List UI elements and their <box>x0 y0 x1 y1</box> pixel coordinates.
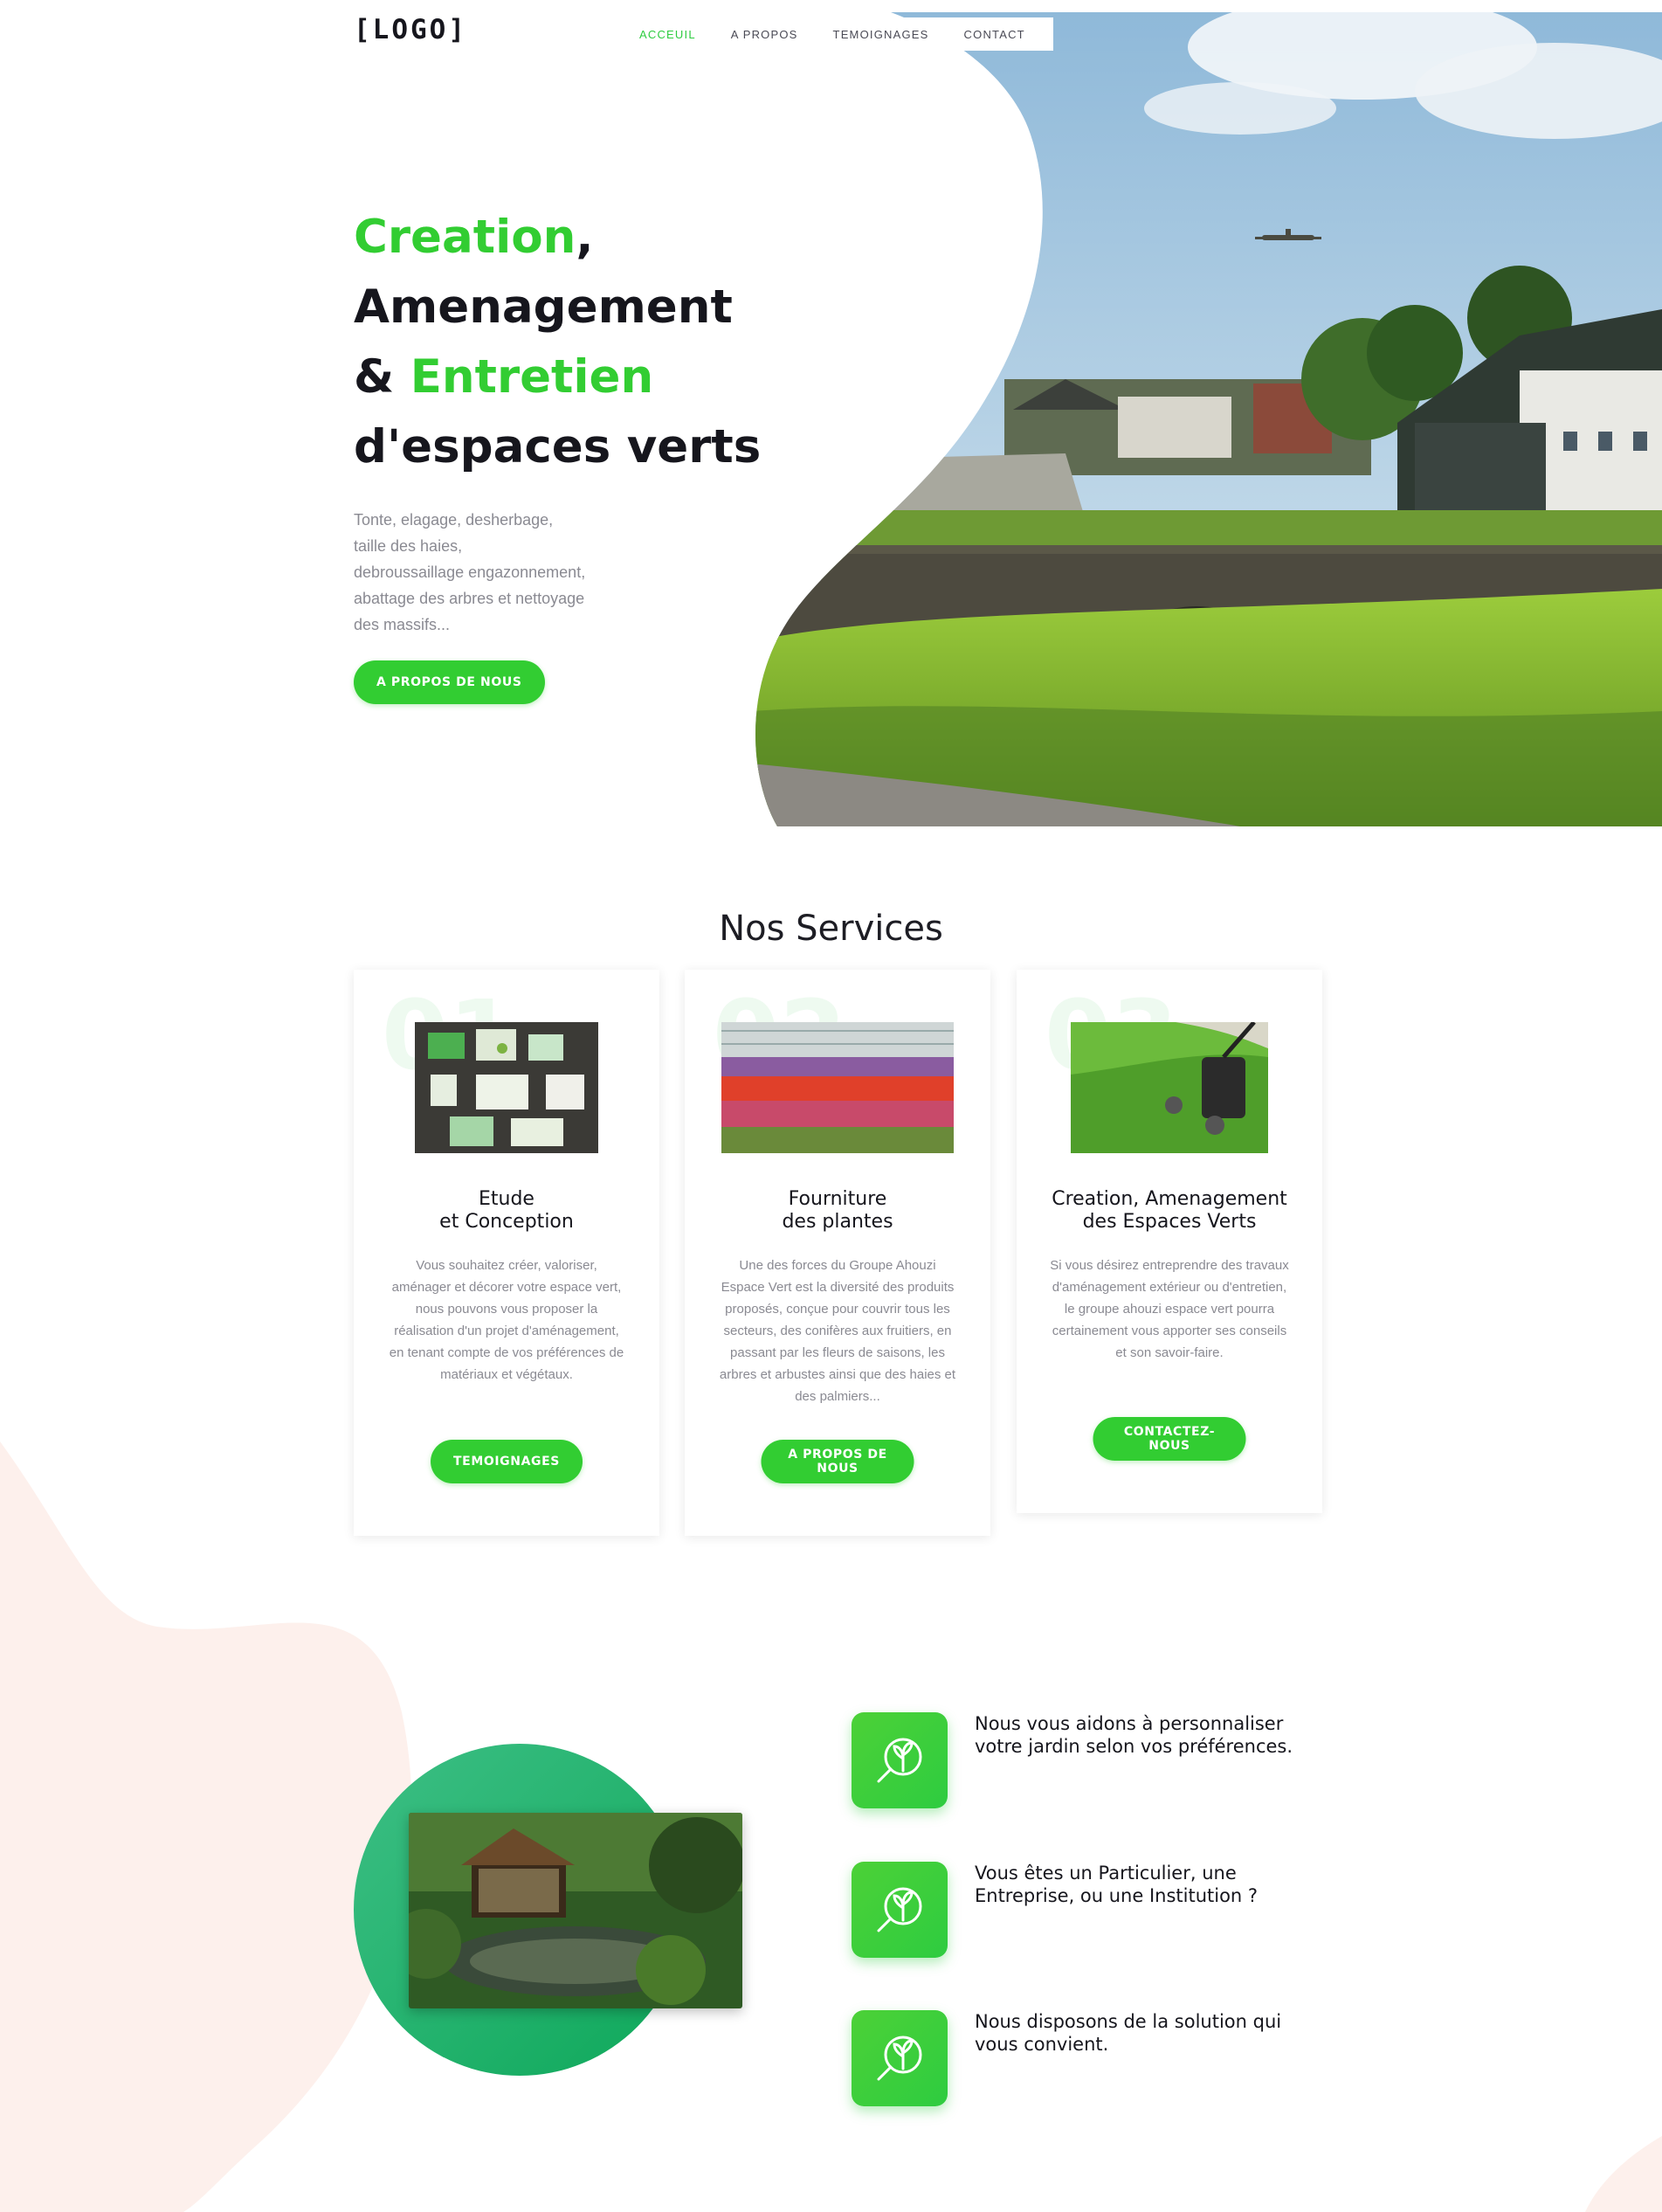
feature-text-line: Vous êtes un Particulier, une <box>975 1863 1237 1884</box>
card-title: Creation, Amenagement des Espaces Verts <box>1017 1188 1322 1234</box>
service-image-planning <box>415 1022 598 1153</box>
hero-desc-line: taille des haies, <box>354 537 463 555</box>
card-title-line: des Espaces Verts <box>1082 1211 1257 1233</box>
nav-a-propos[interactable]: A PROPOS <box>731 28 798 41</box>
card-title-line: Etude <box>479 1188 534 1210</box>
feature-icon-box <box>852 1862 948 1958</box>
feature-text-line: Entreprise, ou une Institution ? <box>975 1885 1259 1906</box>
service-card-etude: 01 Etude et Conception Vous souhaitez cr… <box>354 970 659 1536</box>
feature-text-line: Nous disposons de la solution qui <box>975 2011 1282 2032</box>
card-title-line: Fourniture <box>788 1188 887 1210</box>
card-title: Etude et Conception <box>354 1188 659 1234</box>
feature-text-line: vous convient. <box>975 2034 1109 2055</box>
card-title: Fourniture des plantes <box>685 1188 990 1234</box>
service-card-plantes: 02 Fourniture des plantes Une des forces… <box>685 970 990 1536</box>
hero-desc-line: des massifs... <box>354 616 451 633</box>
hero-description: Tonte, elagage, desherbage, taille des h… <box>354 507 633 638</box>
feature-text-line: Nous vous aidons à personnaliser <box>975 1713 1284 1734</box>
feature-icon-box <box>852 2010 948 2106</box>
nav-accueil[interactable]: ACCEUIL <box>639 28 696 41</box>
feature-icon-box <box>852 1712 948 1808</box>
card-text: Une des forces du Groupe Ahouzi Espace V… <box>719 1258 956 1404</box>
hero-word-amenagement: Amenagement <box>354 280 733 334</box>
tree-search-icon <box>877 2036 922 2081</box>
tree-search-icon <box>877 1738 922 1783</box>
card-temoignages-button[interactable]: TEMOIGNAGES <box>431 1440 583 1483</box>
hero-heading: Creation, Amenagement & Entretien d'espa… <box>354 203 761 482</box>
hero-desc-line: debroussaillage engazonnement, <box>354 563 586 581</box>
card-title-line: des plantes <box>782 1211 893 1233</box>
hero-ampersand: & <box>354 350 395 404</box>
hero-word-creation: Creation <box>354 211 576 264</box>
service-image-greenhouse <box>721 1022 954 1153</box>
card-title-line: Creation, Amenagement <box>1052 1188 1287 1210</box>
card-text: Si vous désirez entreprendre des travaux… <box>1050 1258 1289 1360</box>
card-title-line: et Conception <box>439 1211 574 1233</box>
tree-search-icon <box>877 1887 922 1932</box>
card-contact-button[interactable]: CONTACTEZ-NOUS <box>1093 1417 1246 1461</box>
hero-landscape-image <box>755 12 1662 826</box>
card-a-propos-button[interactable]: A PROPOS DE NOUS <box>761 1440 914 1483</box>
hero-comma: , <box>576 211 594 264</box>
service-card-creation: 03 Creation, Amenagement des Espaces Ver… <box>1017 970 1322 1513</box>
nav-contact[interactable]: CONTACT <box>964 28 1025 41</box>
feature-text-line: votre jardin selon vos préférences. <box>975 1736 1293 1757</box>
main-nav: ACCEUIL A PROPOS TEMOIGNAGES CONTACT <box>622 17 1053 51</box>
feature-text: Vous êtes un Particulier, une Entreprise… <box>975 1862 1324 1907</box>
hero-word-espaces-verts: d'espaces verts <box>354 420 762 474</box>
services-title: Nos Services <box>719 909 943 949</box>
feature-text: Nous vous aidons à personnaliser votre j… <box>975 1712 1324 1758</box>
feature-text: Nous disposons de la solution qui vous c… <box>975 2010 1324 2056</box>
service-image-lawnmower <box>1071 1022 1268 1153</box>
garden-gazebo-image <box>409 1813 742 2008</box>
hero-desc-line: abattage des arbres et nettoyage <box>354 590 585 607</box>
nav-temoignages[interactable]: TEMOIGNAGES <box>833 28 929 41</box>
hero-word-entretien: Entretien <box>410 350 654 404</box>
logo[interactable]: [LOGO] <box>354 14 467 45</box>
hero-about-button[interactable]: A PROPOS DE NOUS <box>354 660 545 704</box>
card-text: Vous souhaitez créer, valoriser, aménage… <box>389 1258 624 1382</box>
hero-desc-line: Tonte, elagage, desherbage, <box>354 511 554 529</box>
